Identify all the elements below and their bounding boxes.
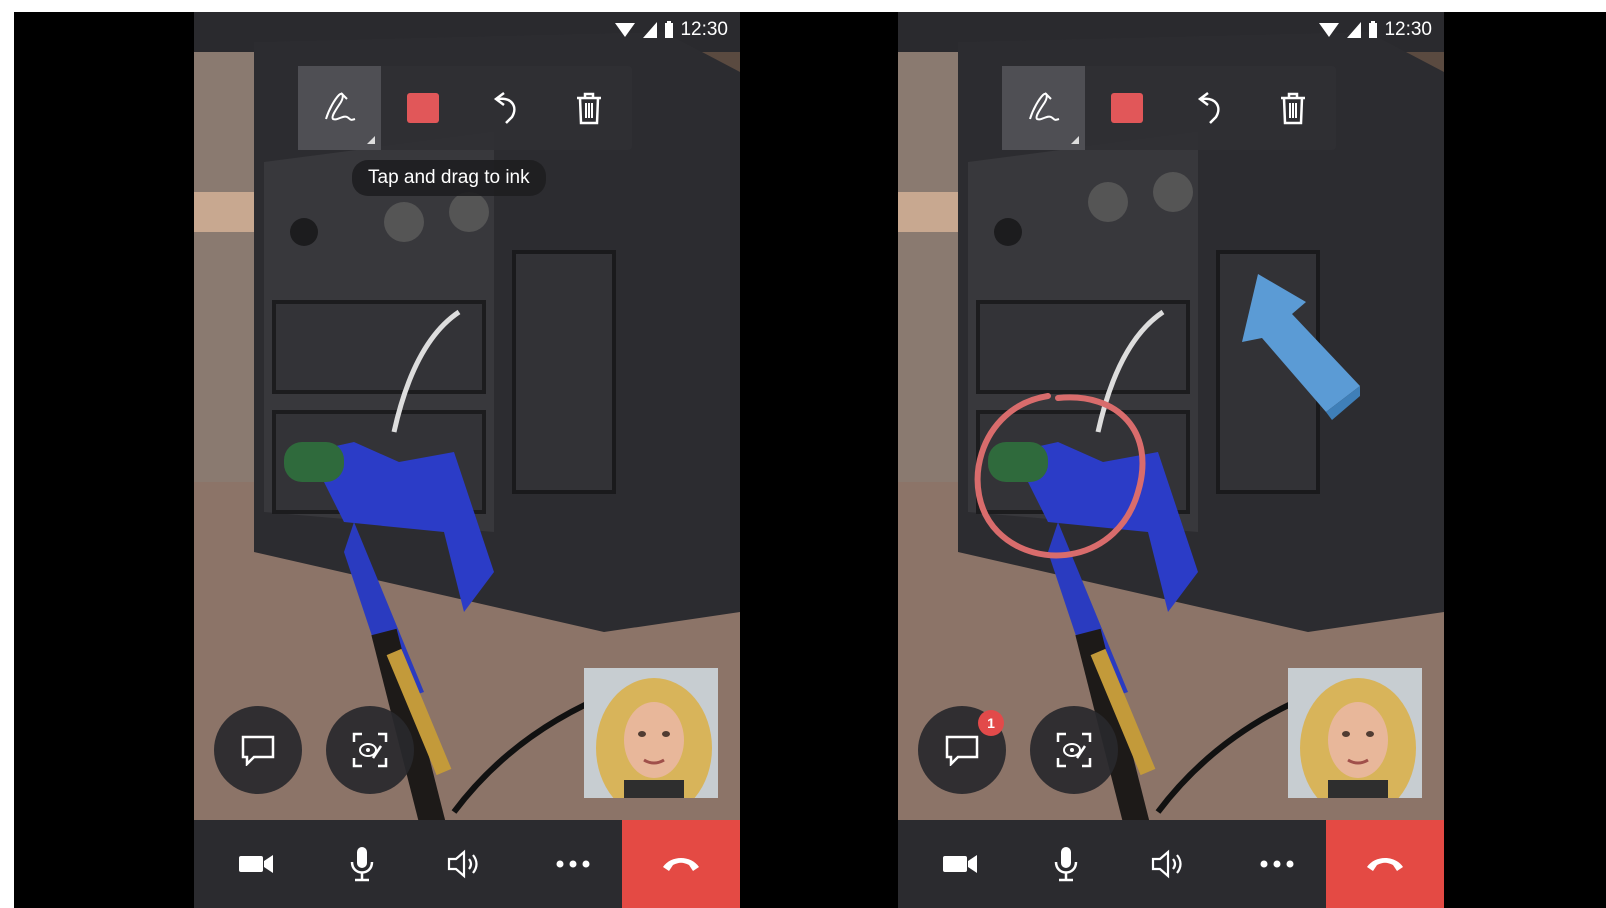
more-options-button[interactable] — [1228, 820, 1326, 908]
microphone-icon — [1054, 847, 1078, 882]
ink-arrow-annotation — [1242, 274, 1360, 420]
pen-button[interactable] — [1002, 66, 1085, 150]
speaker-icon — [1151, 849, 1182, 879]
color-picker-button[interactable] — [381, 66, 464, 150]
speaker-button[interactable] — [1110, 820, 1228, 908]
wifi-icon — [1319, 23, 1340, 37]
mute-button[interactable] — [1022, 820, 1110, 908]
self-view-video[interactable] — [584, 668, 718, 798]
color-swatch-icon — [406, 93, 439, 123]
trash-icon — [1280, 92, 1305, 125]
microphone-icon — [350, 847, 374, 882]
ink-toolbar — [298, 66, 632, 150]
chat-button[interactable]: 1 — [918, 706, 1006, 794]
ink-toolbar — [1002, 66, 1336, 150]
self-view-video[interactable] — [1288, 668, 1422, 798]
call-controls-bar — [194, 820, 740, 908]
more-icon — [1260, 860, 1294, 868]
status-bar: 12:30 — [1318, 18, 1432, 42]
color-swatch-icon — [1110, 93, 1143, 123]
hang-up-button[interactable] — [622, 820, 740, 908]
camera-toggle-button[interactable] — [898, 820, 1022, 908]
status-time: 12:30 — [680, 19, 728, 40]
undo-icon — [1197, 92, 1220, 124]
self-view-avatar — [1288, 668, 1422, 798]
call-controls-bar — [898, 820, 1444, 908]
phone-screen-before: 12:30 Tap and drag to ink — [194, 12, 740, 908]
pen-button[interactable] — [298, 66, 381, 150]
chat-button[interactable] — [214, 706, 302, 794]
undo-button[interactable] — [464, 66, 547, 150]
battery-icon — [665, 21, 674, 38]
video-camera-icon — [943, 855, 977, 873]
more-options-button[interactable] — [524, 820, 622, 908]
signal-icon — [643, 22, 658, 38]
delete-button[interactable] — [547, 66, 630, 150]
camera-toggle-button[interactable] — [194, 820, 318, 908]
speaker-button[interactable] — [406, 820, 524, 908]
hang-up-button[interactable] — [1326, 820, 1444, 908]
ar-capture-icon — [352, 732, 388, 768]
ar-capture-icon — [1056, 732, 1092, 768]
color-picker-button[interactable] — [1085, 66, 1168, 150]
ink-hint-tooltip: Tap and drag to ink — [352, 160, 546, 196]
ar-annotate-button[interactable] — [326, 706, 414, 794]
unread-badge: 1 — [978, 710, 1004, 736]
undo-icon — [493, 92, 516, 124]
delete-button[interactable] — [1251, 66, 1334, 150]
wifi-icon — [615, 23, 636, 37]
status-bar: 12:30 — [614, 18, 728, 42]
chat-icon — [241, 735, 275, 766]
undo-button[interactable] — [1168, 66, 1251, 150]
pen-ink-icon — [1028, 92, 1059, 121]
video-camera-icon — [239, 855, 273, 873]
status-time: 12:30 — [1384, 19, 1432, 40]
ar-annotate-button[interactable] — [1030, 706, 1118, 794]
signal-icon — [1347, 22, 1362, 38]
self-view-avatar — [584, 668, 718, 798]
mute-button[interactable] — [318, 820, 406, 908]
hang-up-icon — [1367, 858, 1403, 871]
ink-circle-annotation — [974, 393, 1146, 559]
hang-up-icon — [663, 858, 699, 871]
trash-icon — [576, 92, 601, 125]
phone-screen-after: 12:30 1 — [898, 12, 1444, 908]
more-icon — [556, 860, 590, 868]
battery-icon — [1369, 21, 1378, 38]
speaker-icon — [447, 849, 478, 879]
chat-icon — [945, 735, 979, 766]
screenshot-stage: 12:30 Tap and drag to ink 12:30 1 — [14, 12, 1606, 908]
pen-ink-icon — [324, 92, 355, 121]
